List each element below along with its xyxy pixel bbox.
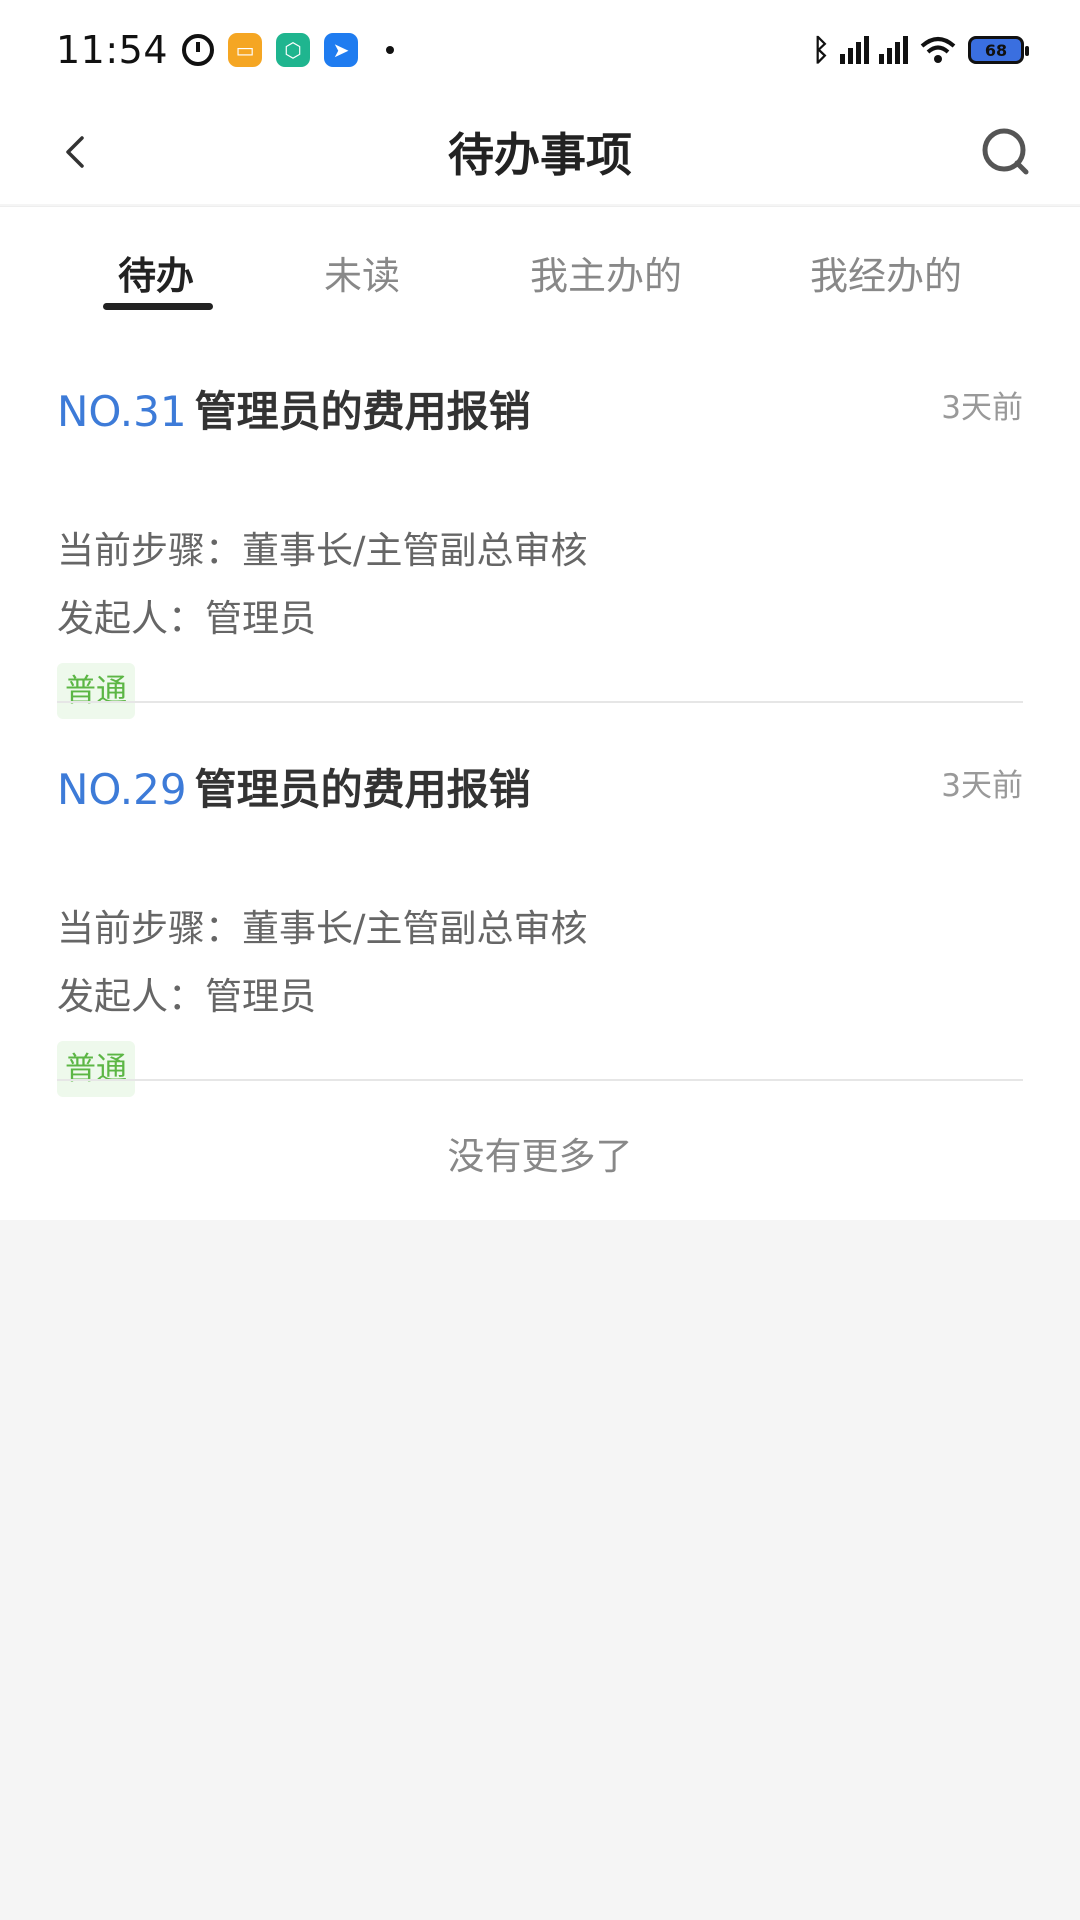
back-button[interactable] — [46, 122, 106, 182]
notes-app-icon: ▭ — [228, 33, 263, 67]
item-title-row: NO.29 管理员的费用报销 — [57, 756, 531, 817]
signal-icon-2 — [879, 36, 908, 64]
item-title: 管理员的费用报销 — [194, 387, 531, 436]
battery-icon: 68 — [968, 36, 1029, 64]
item-title-row: NO.31 管理员的费用报销 — [57, 378, 531, 439]
active-tab-indicator — [103, 303, 213, 310]
item-time: 3天前 — [941, 768, 1023, 804]
search-button[interactable] — [972, 118, 1040, 186]
item-title: 管理员的费用报销 — [194, 765, 531, 814]
divider — [57, 701, 1023, 703]
signal-icon — [840, 36, 869, 64]
divider — [57, 1079, 1023, 1081]
alarm-icon — [182, 34, 215, 66]
list-item[interactable]: NO.29 管理员的费用报销 3天前 当前步骤：董事长/主管副总审核 发起人：管理… — [57, 756, 1023, 1097]
item-current-step: 当前步骤：董事长/主管副总审核 — [57, 529, 588, 572]
page-title: 待办事项 — [448, 128, 632, 182]
status-bar: 11:54 ▭ ⬡ ➤ ᛒ 68 — [0, 0, 1080, 100]
item-time: 3天前 — [941, 390, 1023, 426]
tab-unread[interactable]: 未读 — [324, 245, 400, 300]
priority-badge: 普通 — [57, 1041, 135, 1097]
security-app-icon: ⬡ — [276, 33, 311, 67]
tab-pending[interactable]: 待办 — [118, 245, 194, 300]
tab-bar: 待办 未读 我主办的 我经办的 — [0, 206, 1080, 316]
list-item[interactable]: NO.31 管理员的费用报销 3天前 当前步骤：董事长/主管副总审核 发起人：管理… — [57, 378, 1023, 719]
battery-level: 68 — [984, 40, 1008, 60]
bluetooth-icon: ᛒ — [812, 32, 830, 68]
item-number: NO.31 — [57, 387, 187, 436]
status-time: 11:54 — [56, 28, 169, 72]
no-more-text: 没有更多了 — [447, 1135, 633, 1178]
tab-handled-by-me[interactable]: 我经办的 — [810, 245, 962, 300]
more-notifications-icon — [386, 46, 395, 54]
search-icon — [982, 128, 1029, 175]
todo-list: NO.31 管理员的费用报销 3天前 当前步骤：董事长/主管副总审核 发起人：管理… — [0, 316, 1080, 1220]
item-number: NO.29 — [57, 765, 187, 814]
dingtalk-app-icon: ➤ — [324, 33, 359, 67]
header: 待办事项 — [0, 100, 1080, 204]
wifi-icon — [920, 37, 956, 63]
item-initiator: 发起人：管理员 — [57, 975, 316, 1018]
item-initiator: 发起人：管理员 — [57, 597, 316, 640]
tab-hosted-by-me[interactable]: 我主办的 — [530, 245, 682, 300]
chevron-left-icon — [66, 136, 84, 168]
item-current-step: 当前步骤：董事长/主管副总审核 — [57, 907, 588, 950]
priority-badge: 普通 — [57, 663, 135, 719]
